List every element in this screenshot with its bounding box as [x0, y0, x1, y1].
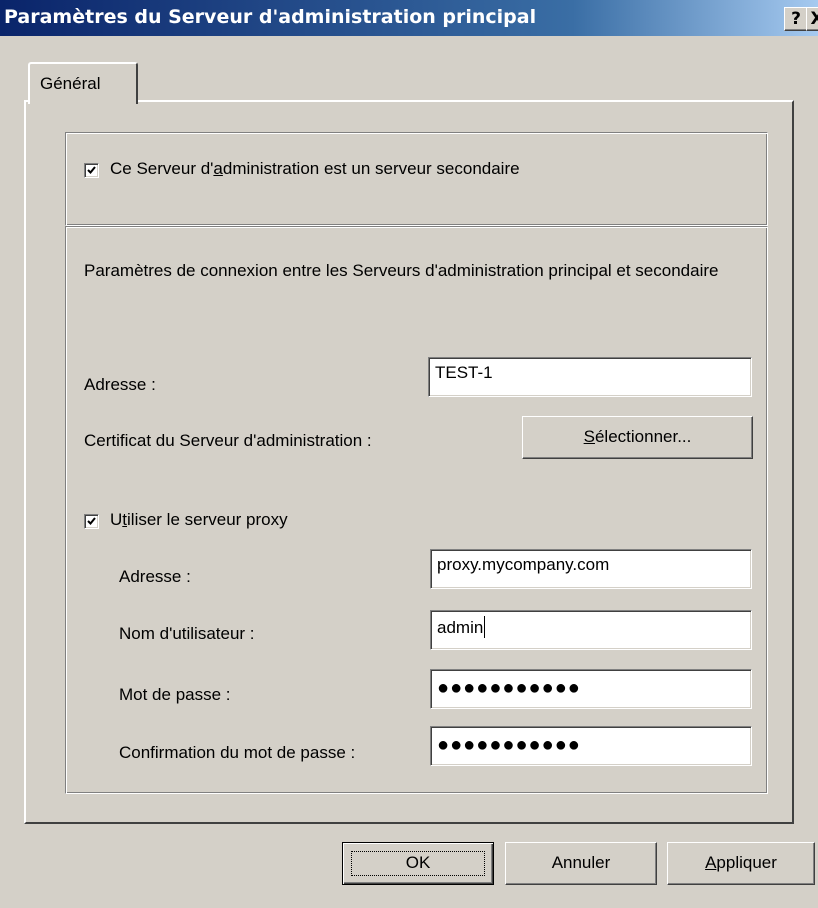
help-button[interactable]: ?: [784, 7, 808, 31]
proxy-address-label: Adresse :: [119, 567, 191, 586]
proxy-address-input[interactable]: proxy.mycompany.com: [430, 549, 752, 589]
ok-button[interactable]: OK: [342, 842, 494, 885]
tab-general-label: Général: [40, 74, 101, 93]
use-proxy-label[interactable]: Utiliser le serveur proxy: [110, 510, 288, 530]
username-label: Nom d'utilisateur :: [119, 624, 255, 643]
checkmark-icon: [87, 166, 96, 174]
title-bar: Paramètres du Serveur d'administration p…: [0, 0, 818, 36]
confirm-password-input[interactable]: ●●●●●●●●●●●: [430, 726, 752, 766]
use-proxy-checkbox[interactable]: [84, 514, 99, 529]
text-caret: [484, 616, 486, 638]
select-certificate-button[interactable]: Sélectionner...: [522, 416, 753, 459]
close-button[interactable]: X: [806, 7, 818, 31]
secondary-server-group: [65, 132, 768, 226]
secondary-server-label[interactable]: Ce Serveur d'administration est un serve…: [110, 159, 520, 179]
confirm-password-label: Confirmation du mot de passe :: [119, 743, 356, 762]
checkmark-icon: [87, 517, 96, 525]
tab-general[interactable]: Général: [28, 62, 138, 104]
secondary-server-checkbox[interactable]: [84, 163, 99, 178]
window-title: Paramètres du Serveur d'administration p…: [4, 6, 537, 28]
connection-description: Paramètres de connexion entre les Serveu…: [84, 261, 719, 280]
certificate-label: Certificat du Serveur d'administration :: [84, 431, 372, 450]
cancel-button[interactable]: Annuler: [505, 842, 657, 885]
apply-button[interactable]: Appliquer: [667, 842, 815, 885]
address-input[interactable]: TEST-1: [428, 357, 752, 397]
address-label: Adresse :: [84, 375, 156, 394]
username-input[interactable]: admin: [430, 610, 752, 650]
password-input[interactable]: ●●●●●●●●●●●: [430, 669, 752, 709]
password-label: Mot de passe :: [119, 685, 231, 704]
